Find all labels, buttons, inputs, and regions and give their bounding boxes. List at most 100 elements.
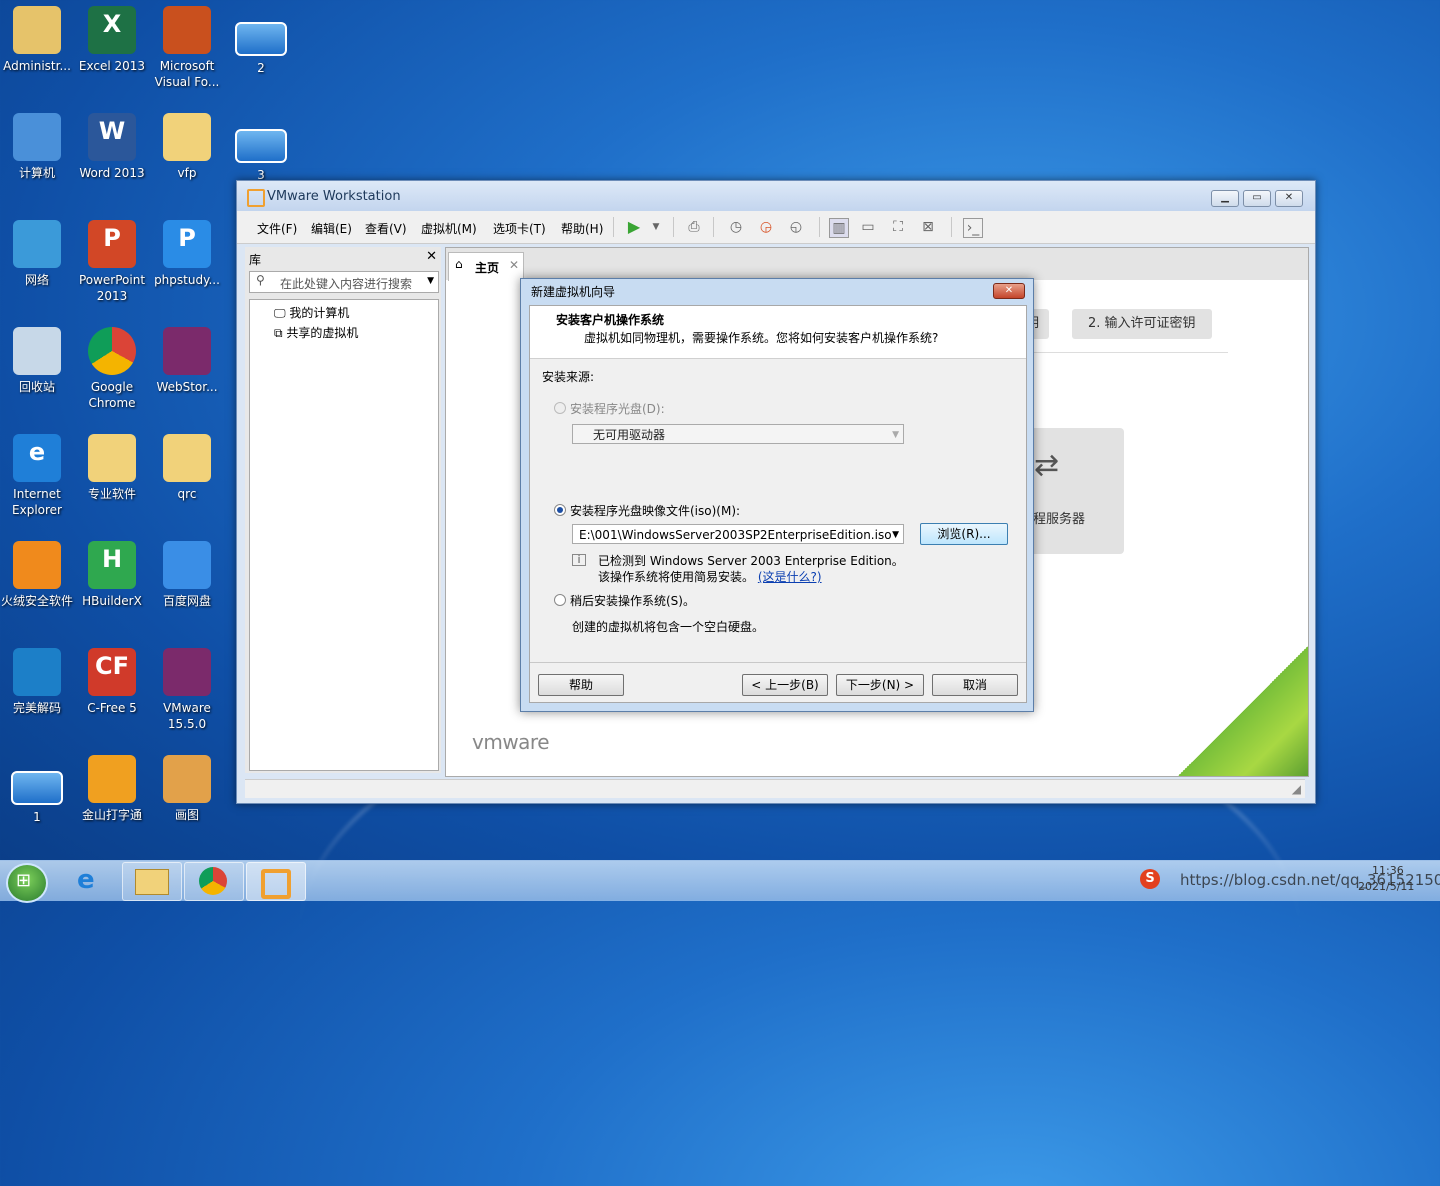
library-view-icon[interactable]: ▥	[829, 218, 849, 238]
desktop-icon[interactable]: X Excel 2013	[75, 0, 149, 74]
wizard-header: 安装客户机操作系统 虚拟机如同物理机，需要操作系统。您将如何安装客户机操作系统?	[530, 306, 1026, 359]
console-view-icon[interactable]: ▭	[859, 218, 877, 236]
clock-date[interactable]: 2021/5/11	[1358, 880, 1414, 893]
menu-view[interactable]: 查看(V)	[365, 220, 407, 237]
toolbar-separator	[951, 217, 952, 237]
desktop-icon[interactable]: Administr...	[0, 0, 74, 74]
desktop-icon[interactable]: W Word 2013	[75, 107, 149, 181]
search-dropdown-icon[interactable]: ▼	[427, 276, 434, 286]
taskbar-explorer[interactable]	[122, 862, 182, 901]
menu-edit[interactable]: 编辑(E)	[311, 220, 352, 237]
desktop-icon-label: Google Chrome	[88, 380, 136, 410]
user-folder-icon	[13, 6, 61, 54]
back-button[interactable]: < 上一步(B)	[742, 674, 828, 696]
desktop-icon[interactable]: 火绒安全软件	[0, 535, 74, 609]
enter-license-key-button[interactable]: 2. 输入许可证密钥	[1072, 309, 1212, 339]
desktop-icon[interactable]: 网络	[0, 214, 74, 288]
chrome-icon	[199, 867, 227, 895]
icon-glyph: P	[178, 224, 196, 252]
search-placeholder: 在此处键入内容进行搜索	[280, 277, 413, 291]
menu-vm[interactable]: 虚拟机(M)	[421, 220, 477, 237]
desktop-icon[interactable]: 画图	[150, 749, 224, 823]
iso-path-input[interactable]: E:\001\WindowsServer2003SP2EnterpriseEdi…	[572, 524, 904, 544]
tree-item-my-computer[interactable]: 🖵 我的计算机	[274, 304, 349, 321]
desktop-icon[interactable]: e Internet Explorer	[0, 428, 74, 518]
resize-grip-icon[interactable]: ◢	[1292, 782, 1301, 796]
desktop-icon[interactable]: 2	[224, 0, 298, 76]
desktop-icon[interactable]: Pphpstudy...	[150, 214, 224, 288]
desktop-icon[interactable]: 1	[0, 749, 74, 825]
new-vm-wizard-dialog[interactable]: 新建虚拟机向导 ✕ 安装客户机操作系统 虚拟机如同物理机，需要操作系统。您将如何…	[520, 278, 1034, 712]
desktop-icon[interactable]: 百度网盘	[150, 535, 224, 609]
desktop-icon[interactable]: 回收站	[0, 321, 74, 395]
desktop-icon[interactable]: qrc	[150, 428, 224, 502]
desktop-icon[interactable]: CF C-Free 5	[75, 642, 149, 716]
menu-help[interactable]: 帮助(H)	[561, 220, 603, 237]
browse-button[interactable]: 浏览(R)...	[920, 523, 1008, 545]
chevron-down-icon[interactable]: ▼	[892, 525, 899, 545]
taskbar-ie[interactable]: e	[62, 862, 122, 901]
disc-drive-select[interactable]: 无可用驱动器 ▼	[572, 424, 904, 444]
sogou-icon[interactable]: S	[1140, 869, 1160, 889]
desktop-icon[interactable]: vfp	[150, 107, 224, 181]
play-dropdown-icon[interactable]: ▼	[647, 218, 665, 236]
desktop-icon-label: WebStor...	[156, 380, 218, 394]
clock-time[interactable]: 11:36	[1372, 864, 1404, 877]
snapshot-icon[interactable]: ◷	[727, 218, 745, 236]
desktop-icon[interactable]: H HBuilderX	[75, 535, 149, 609]
desktop-icon[interactable]: Microsoft Visual Fo...	[150, 0, 224, 90]
taskbar-vmware[interactable]	[246, 862, 306, 901]
play-icon[interactable]: ▶	[625, 218, 643, 236]
close-window-button[interactable]: ✕	[1275, 190, 1303, 207]
desktop-icon[interactable]: WebStor...	[150, 321, 224, 395]
desktop-icon-label: 金山打字通	[81, 808, 142, 822]
desktop-icon[interactable]: VMware 15.5.0	[150, 642, 224, 732]
excel-icon: X	[88, 6, 136, 54]
chrome-icon	[88, 327, 136, 375]
next-button[interactable]: 下一步(N) >	[836, 674, 924, 696]
what-is-this-link[interactable]: (这是什么?)	[758, 570, 822, 584]
folder-icon	[135, 869, 169, 895]
tree-item-shared-vms[interactable]: ⧉ 共享的虚拟机	[274, 324, 358, 341]
connect-remote-server-card[interactable]: ⇄ 远程服务器	[1020, 428, 1124, 554]
library-search-input[interactable]: ⚲ 在此处键入内容进行搜索 ▼	[249, 271, 439, 293]
menu-tabs[interactable]: 选项卡(T)	[493, 220, 546, 237]
close-library-icon[interactable]: ✕	[426, 249, 437, 264]
desktop-icon-label: Internet Explorer	[12, 487, 62, 517]
terminal-icon[interactable]: ›_	[963, 218, 983, 238]
unity-icon[interactable]: ⊠	[919, 218, 937, 236]
radio-install-disc[interactable]	[554, 402, 566, 414]
send-keys-icon[interactable]: ⎙	[685, 218, 703, 236]
typing-icon	[88, 755, 136, 803]
desktop-icon[interactable]: P PowerPoint 2013	[75, 214, 149, 304]
minimize-button[interactable]: ▁	[1211, 190, 1239, 207]
iso-path-value: E:\001\WindowsServer2003SP2EnterpriseEdi…	[579, 528, 892, 542]
help-button[interactable]: 帮助	[538, 674, 624, 696]
wizard-close-button[interactable]: ✕	[993, 283, 1025, 299]
desktop-icon[interactable]: 金山打字通	[75, 749, 149, 823]
revert-snapshot-icon[interactable]: ◶	[757, 218, 775, 236]
tab-close-icon[interactable]: ✕	[509, 258, 519, 272]
menubar: 文件(F) 编辑(E) 查看(V) 虚拟机(M) 选项卡(T) 帮助(H) ▶ …	[237, 211, 1315, 244]
maximize-button[interactable]: ▭	[1243, 190, 1271, 207]
menu-file[interactable]: 文件(F)	[257, 220, 297, 237]
cancel-button[interactable]: 取消	[932, 674, 1018, 696]
desktop-icon-label: phpstudy...	[154, 273, 220, 287]
desktop-icon[interactable]: 专业软件	[75, 428, 149, 502]
tab-home[interactable]: ⌂ 主页 ✕	[448, 252, 524, 281]
tab-home-label: 主页	[475, 261, 500, 275]
radio-install-later[interactable]	[554, 594, 566, 606]
wizard-titlebar[interactable]: 新建虚拟机向导 ✕	[521, 279, 1033, 301]
snapshot-manager-icon[interactable]: ◵	[787, 218, 805, 236]
taskbar-chrome[interactable]	[184, 862, 244, 901]
desktop-icon[interactable]: Google Chrome	[75, 321, 149, 411]
fullscreen-icon[interactable]: ⛶	[889, 218, 907, 236]
radio-install-iso[interactable]	[554, 504, 566, 516]
desktop-icon[interactable]: 计算机	[0, 107, 74, 181]
desktop-icon[interactable]: 3	[224, 107, 298, 183]
vmware-titlebar[interactable]: VMware Workstation ▁ ▭ ✕	[237, 181, 1315, 211]
start-button[interactable]: ⊞	[6, 863, 48, 903]
desktop-icon-label: 专业软件	[87, 487, 136, 501]
desktop-icon[interactable]: 完美解码	[0, 642, 74, 716]
library-title: 库	[249, 253, 262, 267]
